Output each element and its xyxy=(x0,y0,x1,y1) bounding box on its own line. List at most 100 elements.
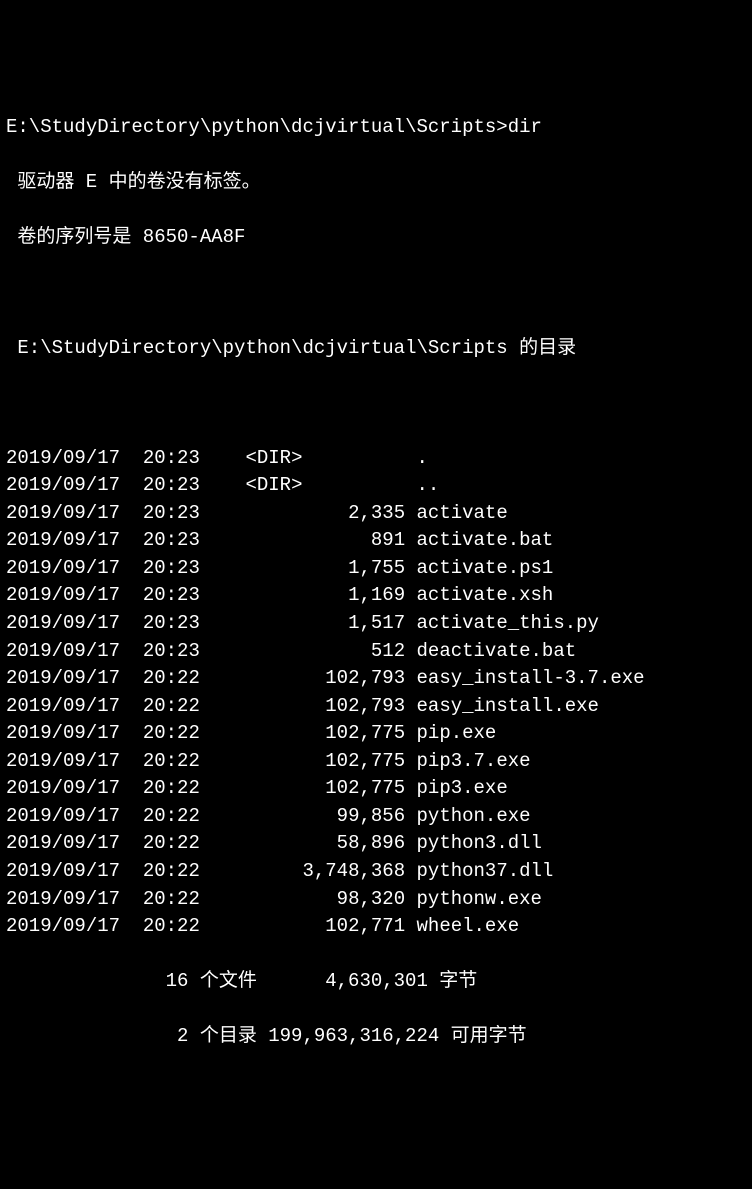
file-name: activate_this.py xyxy=(417,612,599,634)
file-time: 20:22 xyxy=(143,860,200,882)
file-name: easy_install-3.7.exe xyxy=(417,667,645,689)
file-date: 2019/09/17 xyxy=(6,667,120,689)
file-time: 20:23 xyxy=(143,529,200,551)
dir-entry-row: 2019/09/17 20:23 1,755 activate.ps1 xyxy=(6,555,746,583)
file-size: 102,775 xyxy=(245,722,405,744)
file-time: 20:22 xyxy=(143,805,200,827)
file-date: 2019/09/17 xyxy=(6,888,120,910)
dir-entry-row: 2019/09/17 20:23 <DIR> .. xyxy=(6,472,746,500)
file-name: easy_install.exe xyxy=(417,695,599,717)
file-time: 20:23 xyxy=(143,640,200,662)
file-time: 20:22 xyxy=(143,722,200,744)
file-time: 20:22 xyxy=(143,750,200,772)
file-date: 2019/09/17 xyxy=(6,557,120,579)
file-size: 102,775 xyxy=(245,750,405,772)
file-name: wheel.exe xyxy=(417,915,520,937)
file-date: 2019/09/17 xyxy=(6,915,120,937)
file-time: 20:22 xyxy=(143,832,200,854)
dir-entry-row: 2019/09/17 20:22 98,320 pythonw.exe xyxy=(6,886,746,914)
file-size: 102,775 xyxy=(245,777,405,799)
file-time: 20:22 xyxy=(143,695,200,717)
file-time: 20:23 xyxy=(143,557,200,579)
file-date: 2019/09/17 xyxy=(6,474,120,496)
file-time: 20:23 xyxy=(143,447,200,469)
file-size: 102,793 xyxy=(245,695,405,717)
file-time: 20:23 xyxy=(143,584,200,606)
file-size: 99,856 xyxy=(245,805,405,827)
blank-line xyxy=(6,279,746,307)
prompt-path: E:\StudyDirectory\python\dcjvirtual\Scri… xyxy=(6,116,508,138)
dir-entry-row: 2019/09/17 20:23 2,335 activate xyxy=(6,500,746,528)
command-text[interactable]: dir xyxy=(508,116,542,138)
file-name: python.exe xyxy=(417,805,531,827)
file-size: <DIR> xyxy=(245,447,405,469)
file-date: 2019/09/17 xyxy=(6,805,120,827)
file-time: 20:22 xyxy=(143,667,200,689)
file-date: 2019/09/17 xyxy=(6,860,120,882)
file-size: 891 xyxy=(245,529,405,551)
file-date: 2019/09/17 xyxy=(6,502,120,524)
dir-entry-row: 2019/09/17 20:22 102,775 pip.exe xyxy=(6,720,746,748)
serial-number-line: 卷的序列号是 8650-AA8F xyxy=(6,224,746,252)
file-size: 102,771 xyxy=(245,915,405,937)
file-date: 2019/09/17 xyxy=(6,612,120,634)
file-size: 2,335 xyxy=(245,502,405,524)
file-name: pythonw.exe xyxy=(417,888,542,910)
file-time: 20:22 xyxy=(143,777,200,799)
file-name: activate.ps1 xyxy=(417,557,554,579)
file-time: 20:23 xyxy=(143,612,200,634)
file-name: python3.dll xyxy=(417,832,542,854)
file-name: activate.xsh xyxy=(417,584,554,606)
file-size: 512 xyxy=(245,640,405,662)
file-date: 2019/09/17 xyxy=(6,447,120,469)
file-size: 1,517 xyxy=(245,612,405,634)
dir-entry-row: 2019/09/17 20:22 102,771 wheel.exe xyxy=(6,913,746,941)
file-date: 2019/09/17 xyxy=(6,832,120,854)
file-size: 102,793 xyxy=(245,667,405,689)
file-name: python37.dll xyxy=(417,860,554,882)
dir-entry-row: 2019/09/17 20:23 1,169 activate.xsh xyxy=(6,582,746,610)
dir-entry-row: 2019/09/17 20:23 1,517 activate_this.py xyxy=(6,610,746,638)
file-date: 2019/09/17 xyxy=(6,777,120,799)
dir-entry-row: 2019/09/17 20:22 99,856 python.exe xyxy=(6,803,746,831)
dir-entry-row: 2019/09/17 20:23 891 activate.bat xyxy=(6,527,746,555)
file-size: 1,755 xyxy=(245,557,405,579)
directory-listing: 2019/09/17 20:23 <DIR> .2019/09/17 20:23… xyxy=(6,445,746,941)
file-name: pip.exe xyxy=(417,722,497,744)
file-date: 2019/09/17 xyxy=(6,695,120,717)
file-size: 1,169 xyxy=(245,584,405,606)
dir-entry-row: 2019/09/17 20:22 102,793 easy_install-3.… xyxy=(6,665,746,693)
file-name: .. xyxy=(417,474,440,496)
file-time: 20:23 xyxy=(143,474,200,496)
file-date: 2019/09/17 xyxy=(6,722,120,744)
dir-entry-row: 2019/09/17 20:22 102,775 pip3.7.exe xyxy=(6,748,746,776)
file-name: . xyxy=(417,447,428,469)
file-size: <DIR> xyxy=(245,474,405,496)
file-name: activate xyxy=(417,502,508,524)
file-name: pip3.exe xyxy=(417,777,508,799)
dirs-summary-line: 2 个目录 199,963,316,224 可用字节 xyxy=(6,1023,746,1051)
file-date: 2019/09/17 xyxy=(6,640,120,662)
dir-entry-row: 2019/09/17 20:22 3,748,368 python37.dll xyxy=(6,858,746,886)
file-size: 58,896 xyxy=(245,832,405,854)
file-size: 98,320 xyxy=(245,888,405,910)
dir-entry-row: 2019/09/17 20:22 102,775 pip3.exe xyxy=(6,775,746,803)
dir-entry-row: 2019/09/17 20:22 102,793 easy_install.ex… xyxy=(6,693,746,721)
file-name: activate.bat xyxy=(417,529,554,551)
directory-path-line: E:\StudyDirectory\python\dcjvirtual\Scri… xyxy=(6,335,746,363)
dir-entry-row: 2019/09/17 20:23 512 deactivate.bat xyxy=(6,638,746,666)
dir-entry-row: 2019/09/17 20:23 <DIR> . xyxy=(6,445,746,473)
file-time: 20:23 xyxy=(143,502,200,524)
file-time: 20:22 xyxy=(143,915,200,937)
command-prompt-line: E:\StudyDirectory\python\dcjvirtual\Scri… xyxy=(6,114,746,142)
file-size: 3,748,368 xyxy=(245,860,405,882)
files-summary-line: 16 个文件 4,630,301 字节 xyxy=(6,968,746,996)
dir-entry-row: 2019/09/17 20:22 58,896 python3.dll xyxy=(6,830,746,858)
blank-line xyxy=(6,390,746,418)
file-date: 2019/09/17 xyxy=(6,750,120,772)
file-name: deactivate.bat xyxy=(417,640,577,662)
file-time: 20:22 xyxy=(143,888,200,910)
file-date: 2019/09/17 xyxy=(6,529,120,551)
file-name: pip3.7.exe xyxy=(417,750,531,772)
file-date: 2019/09/17 xyxy=(6,584,120,606)
